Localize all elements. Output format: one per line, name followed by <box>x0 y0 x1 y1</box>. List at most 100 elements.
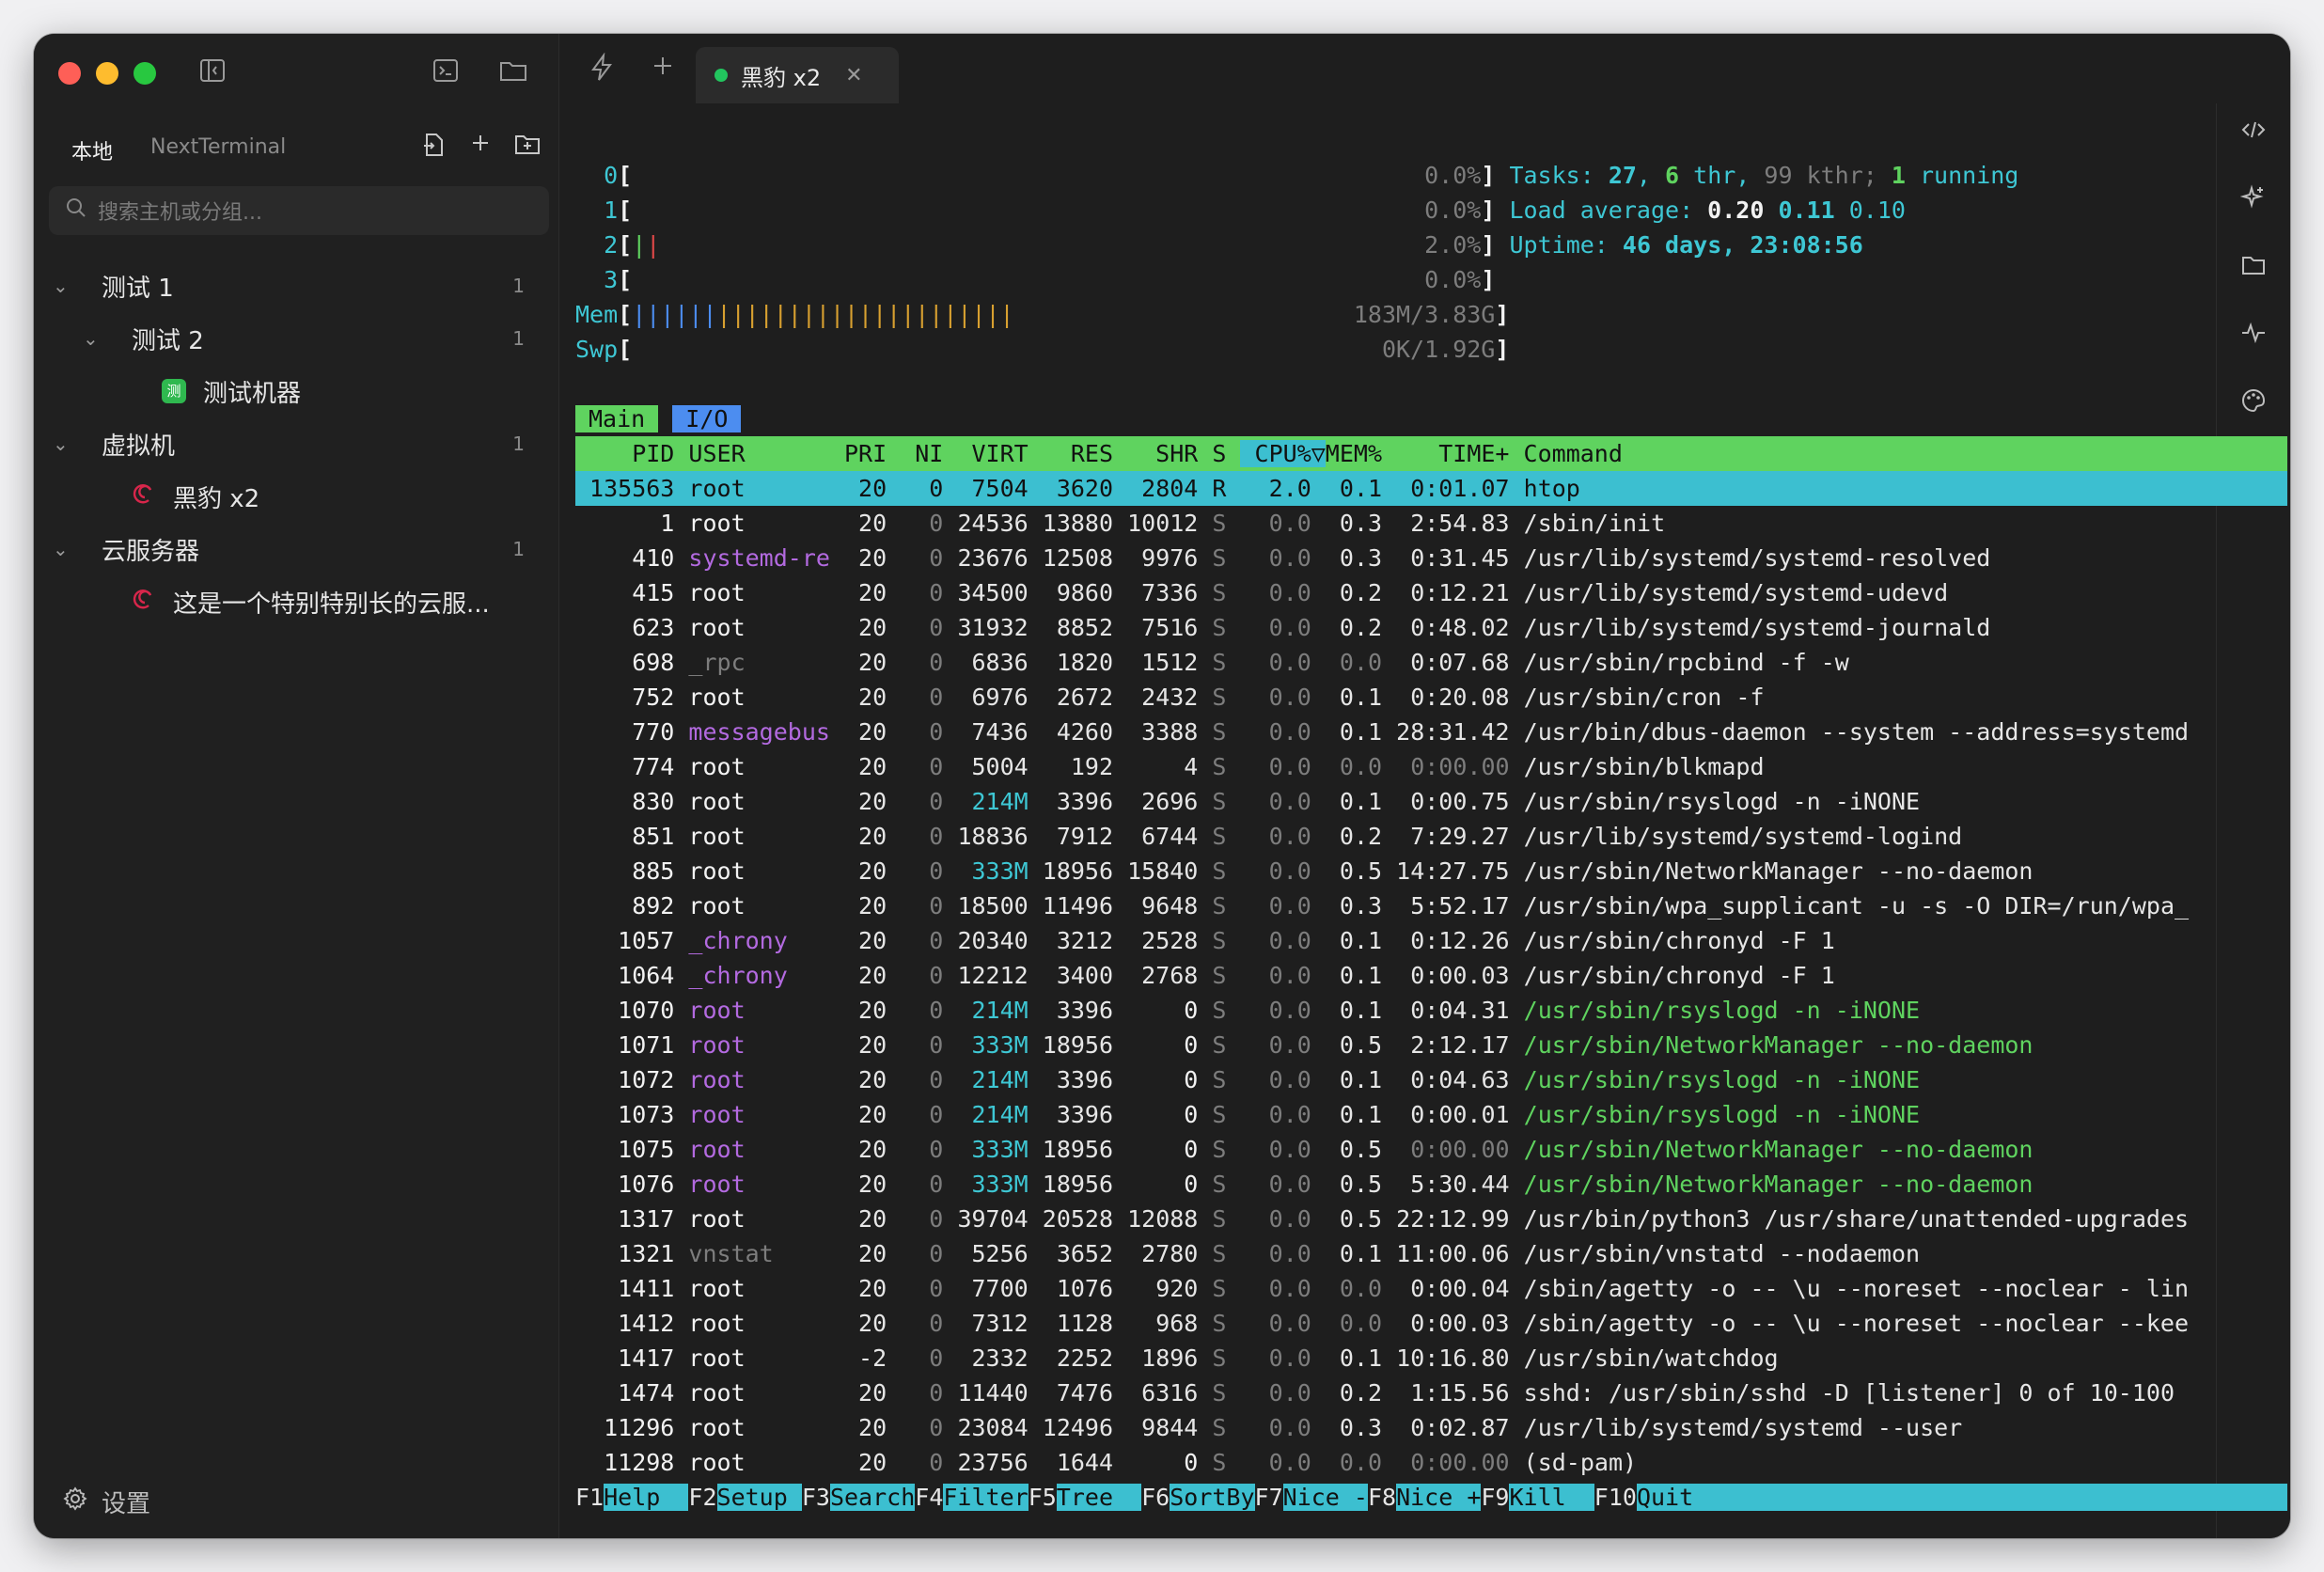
settings-button[interactable]: 设置 <box>62 1485 150 1519</box>
tree-group-test1[interactable]: ⌄ 测试 1 1 <box>34 259 558 312</box>
pad <box>830 1101 844 1128</box>
table-row[interactable]: 1417 root -2 0 2332 2252 1896 S 0.0 0.1 … <box>575 1341 2287 1376</box>
screen-tab-io[interactable]: I/O <box>672 405 742 432</box>
close-tab-icon[interactable]: ✕ <box>845 64 862 87</box>
screen-tab-main[interactable]: Main <box>575 405 659 432</box>
table-row[interactable]: 1075 root 20 0 333M 18956 0 S 0.0 0.5 0:… <box>575 1132 2287 1167</box>
sidebar-toggle-icon[interactable] <box>196 56 229 90</box>
table-row[interactable]: 851 root 20 0 18836 7912 6744 S 0.0 0.2 … <box>575 819 2287 854</box>
column-header[interactable]: RES <box>1029 440 1113 467</box>
cell-pri: 20 <box>844 823 887 850</box>
terminal-screen[interactable]: 0 [ 0.0%] Tasks: 27, 6 thr, 99 kthr; 1 ru… <box>575 158 2288 1515</box>
lightning-icon[interactable] <box>588 52 616 90</box>
cell-user: root <box>688 753 830 780</box>
chevron-down-icon[interactable]: ⌄ <box>83 327 99 350</box>
column-header[interactable]: MEM% <box>1326 440 1382 467</box>
table-row[interactable]: 698 _rpc 20 0 6836 1820 1512 S 0.0 0.0 0… <box>575 645 2287 680</box>
fkey-f10[interactable]: F10Quit <box>1594 1480 2288 1515</box>
fkey-key: F10 <box>1594 1484 1637 1511</box>
table-row[interactable]: 752 root 20 0 6976 2672 2432 S 0.0 0.1 0… <box>575 680 2287 715</box>
fkey-key: F3 <box>801 1484 830 1511</box>
cell-mem: 0.1 <box>1325 997 1383 1024</box>
pad <box>1510 753 1524 780</box>
chevron-down-icon[interactable]: ⌄ <box>53 275 69 297</box>
table-row[interactable]: 1070 root 20 0 214M 3396 0 S 0.0 0.1 0:0… <box>575 993 2287 1028</box>
table-row[interactable]: 623 root 20 0 31932 8852 7516 S 0.0 0.2 … <box>575 610 2287 645</box>
column-header[interactable]: S <box>1198 440 1226 467</box>
import-icon[interactable] <box>419 132 448 165</box>
pad <box>1311 997 1326 1024</box>
cell-user: root <box>688 1205 830 1233</box>
close-window-button[interactable] <box>58 62 81 85</box>
column-header[interactable]: USER <box>688 440 830 467</box>
add-folder-icon[interactable] <box>513 132 542 165</box>
table-row[interactable]: 1073 root 20 0 214M 3396 0 S 0.0 0.1 0:0… <box>575 1097 2287 1132</box>
tree-group-test2[interactable]: ⌄ 测试 2 1 <box>34 312 558 365</box>
column-header[interactable]: TIME+ <box>1382 440 1509 467</box>
table-row[interactable]: 1412 root 20 0 7312 1128 968 S 0.0 0.0 0… <box>575 1306 2287 1341</box>
table-row[interactable]: 1317 root 20 0 39704 20528 12088 S 0.0 0… <box>575 1202 2287 1236</box>
fkey-f1[interactable]: F1Help <box>575 1480 689 1515</box>
table-row[interactable]: 1072 root 20 0 214M 3396 0 S 0.0 0.1 0:0… <box>575 1062 2287 1097</box>
cell-virt: 7504 <box>971 475 1029 502</box>
table-row[interactable]: 1071 root 20 0 333M 18956 0 S 0.0 0.5 2:… <box>575 1028 2287 1062</box>
tree-group-cloud[interactable]: ⌄ 云服务器 1 <box>34 523 558 575</box>
table-row[interactable]: 1474 root 20 0 11440 7476 6316 S 0.0 0.2… <box>575 1376 2287 1410</box>
pad <box>1029 997 1057 1024</box>
fkey-f9[interactable]: F9Kill <box>1481 1480 1594 1515</box>
pad <box>1113 1449 1184 1476</box>
table-row[interactable]: 774 root 20 0 5004 192 4 S 0.0 0.0 0:00.… <box>575 749 2287 784</box>
search-input[interactable]: 搜索主机或分组... <box>49 186 549 235</box>
column-header[interactable]: Command <box>1524 440 2189 467</box>
column-header[interactable]: CPU%▽ <box>1240 440 1326 467</box>
cell-command: /usr/sbin/wpa_supplicant -u -s -O DIR=/r… <box>1523 892 2190 920</box>
cell-res: 18956 <box>1042 1136 1114 1163</box>
add-host-icon[interactable] <box>466 132 495 165</box>
fkey-f5[interactable]: F5Tree <box>1029 1480 1142 1515</box>
new-tab-icon[interactable] <box>650 53 676 86</box>
cpu-meter: 1[ 0.0%] Load average: 0.20 0.11 0.10 <box>575 193 2287 228</box>
pad <box>1382 1379 1396 1407</box>
column-header[interactable]: SHR <box>1113 440 1198 467</box>
tree-host-test-machine[interactable]: 测 测试机器 <box>34 365 558 417</box>
table-row[interactable]: 11296 root 20 0 23084 12496 9844 S 0.0 0… <box>575 1410 2287 1445</box>
cell-shr: 2432 <box>1141 684 1199 711</box>
table-row[interactable]: 135563 root 20 0 7504 3620 2804 R 2.0 0.… <box>575 471 2288 506</box>
table-row[interactable]: 1321 vnstat 20 0 5256 3652 2780 S 0.0 0.… <box>575 1236 2287 1271</box>
table-row[interactable]: 892 root 20 0 18500 11496 9648 S 0.0 0.3… <box>575 888 2287 923</box>
tree-host-heibao[interactable]: 黑豹 x2 <box>34 470 558 523</box>
tab-local[interactable]: 本地 <box>71 135 113 165</box>
table-row[interactable]: 410 systemd-re 20 0 23676 12508 9976 S 0… <box>575 541 2287 575</box>
tree-group-vm[interactable]: ⌄ 虚拟机 1 <box>34 417 558 470</box>
table-row[interactable]: 1411 root 20 0 7700 1076 920 S 0.0 0.0 0… <box>575 1271 2287 1306</box>
code-icon[interactable] <box>2217 117 2290 149</box>
fkey-f4[interactable]: F4Filter <box>915 1480 1029 1515</box>
table-row[interactable]: 11298 root 20 0 23756 1644 0 S 0.0 0.0 0… <box>575 1445 2287 1480</box>
table-row[interactable]: 830 root 20 0 214M 3396 2696 S 0.0 0.1 0… <box>575 784 2287 819</box>
column-header[interactable]: NI <box>887 440 943 467</box>
chevron-down-icon[interactable]: ⌄ <box>53 432 69 455</box>
table-row[interactable]: 1076 root 20 0 333M 18956 0 S 0.0 0.5 5:… <box>575 1167 2287 1202</box>
fkey-f3[interactable]: F3Search <box>801 1480 916 1515</box>
chevron-down-icon[interactable]: ⌄ <box>53 538 69 560</box>
tab-nextterminal[interactable]: NextTerminal <box>150 135 286 165</box>
column-header[interactable]: VIRT <box>943 440 1028 467</box>
table-row[interactable]: 1 root 20 0 24536 13880 10012 S 0.0 0.3 … <box>575 506 2287 541</box>
column-header[interactable]: PID <box>575 440 674 467</box>
minimize-window-button[interactable] <box>96 62 118 85</box>
fkey-f8[interactable]: F8Nice + <box>1368 1480 1482 1515</box>
zoom-window-button[interactable] <box>133 62 156 85</box>
table-row[interactable]: 1064 _chrony 20 0 12212 3400 2768 S 0.0 … <box>575 958 2287 993</box>
table-row[interactable]: 885 root 20 0 333M 18956 15840 S 0.0 0.5… <box>575 854 2287 888</box>
tab-heibao[interactable]: 黑豹 x2 ✕ <box>696 47 899 103</box>
tree-host-cloud-long[interactable]: 这是一个特别特别长的云服... <box>34 575 558 628</box>
table-row[interactable]: 415 root 20 0 34500 9860 7336 S 0.0 0.2 … <box>575 575 2287 610</box>
table-row[interactable]: 1057 _chrony 20 0 20340 3212 2528 S 0.0 … <box>575 923 2287 958</box>
terminal-icon[interactable] <box>429 56 463 90</box>
fkey-f6[interactable]: F6SortBy <box>1141 1480 1255 1515</box>
column-header[interactable]: PRI <box>844 440 887 467</box>
table-row[interactable]: 770 messagebus 20 0 7436 4260 3388 S 0.0… <box>575 715 2287 749</box>
fkey-f7[interactable]: F7Nice - <box>1255 1480 1368 1515</box>
fkey-f2[interactable]: F2Setup <box>688 1480 802 1515</box>
folder-icon[interactable] <box>496 56 530 90</box>
